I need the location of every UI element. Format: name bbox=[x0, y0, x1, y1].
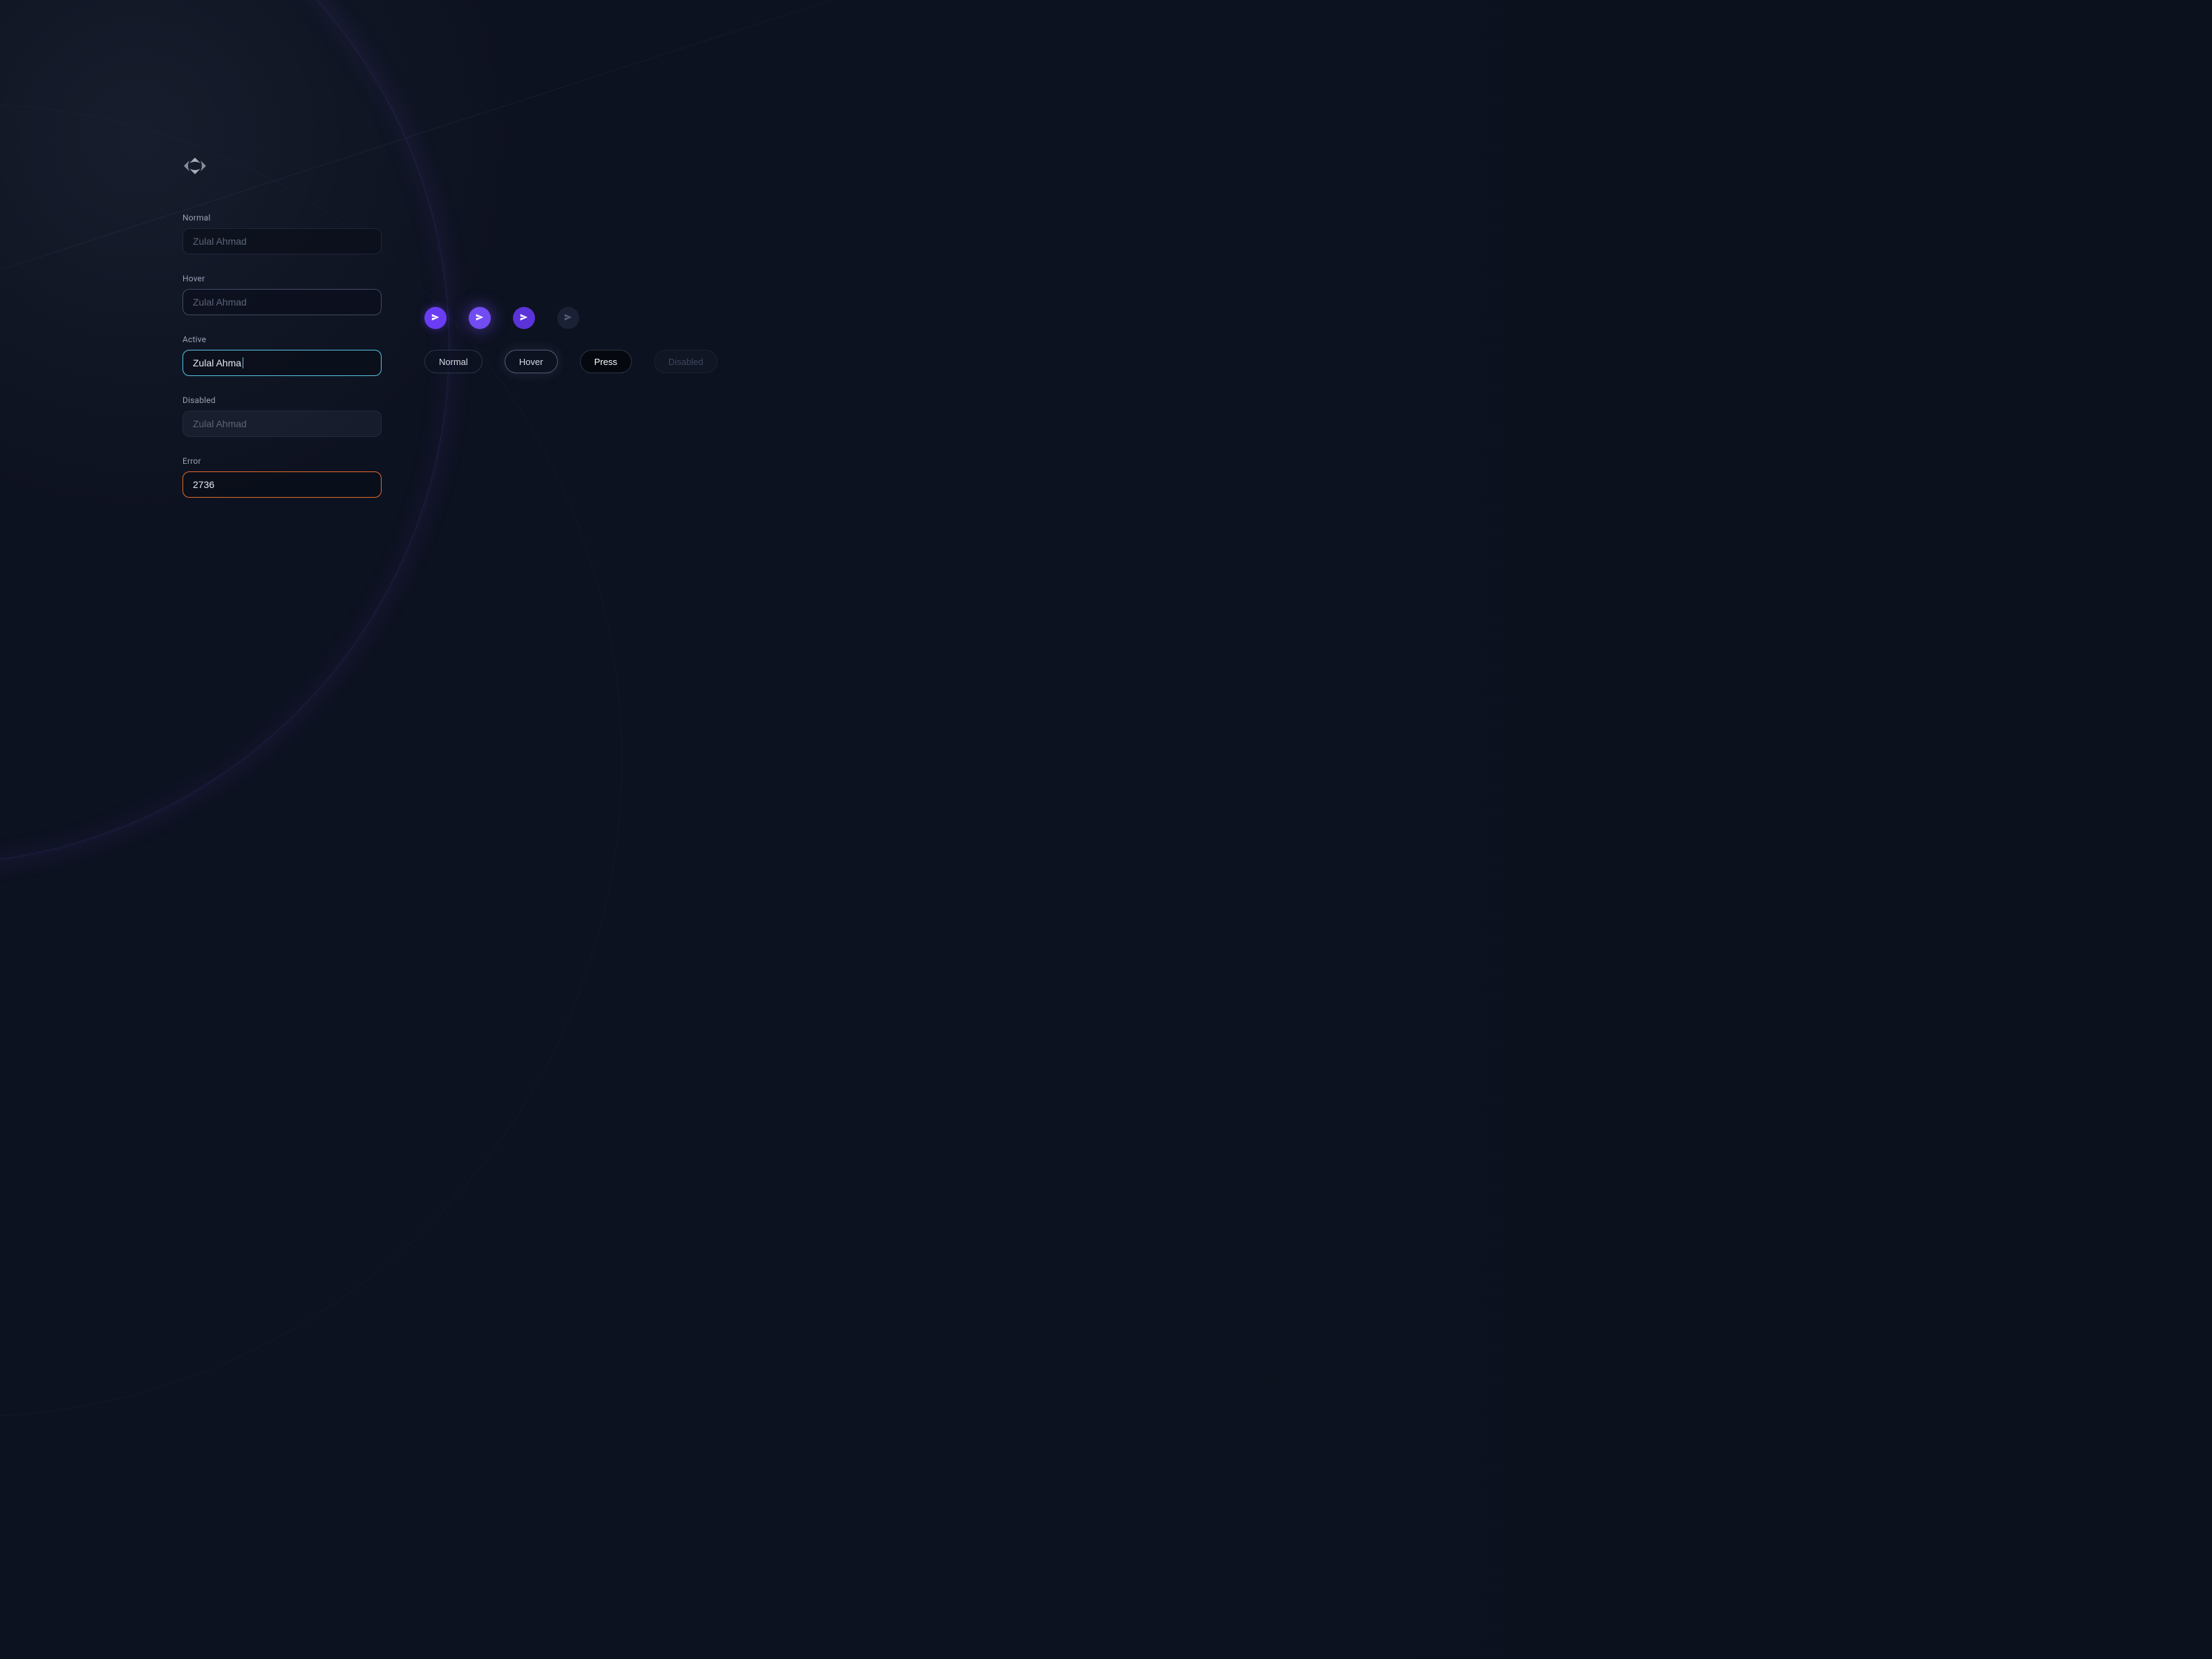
field-label-error: Error bbox=[182, 456, 382, 466]
bg-fade bbox=[995, 0, 2212, 1659]
pill-label: Disabled bbox=[668, 357, 704, 367]
field-label-hover: Hover bbox=[182, 274, 382, 283]
send-button-hover[interactable] bbox=[469, 307, 491, 329]
icon-button-row bbox=[424, 307, 579, 329]
send-button-press[interactable] bbox=[513, 307, 535, 329]
field-normal: Normal bbox=[182, 213, 382, 254]
send-button-normal[interactable] bbox=[424, 307, 447, 329]
pill-label: Normal bbox=[439, 357, 468, 367]
text-input-disabled bbox=[182, 411, 382, 437]
pill-label: Press bbox=[594, 357, 617, 367]
field-hover: Hover bbox=[182, 274, 382, 315]
text-input-active[interactable] bbox=[182, 350, 382, 376]
field-active: Active bbox=[182, 335, 382, 376]
send-button-disabled bbox=[557, 307, 579, 329]
input-states-column: Normal Hover Active Disabled Error bbox=[182, 213, 382, 498]
bg-diagonal-line bbox=[0, 0, 1038, 360]
field-label-normal: Normal bbox=[182, 213, 382, 223]
pill-button-hover[interactable]: Hover bbox=[505, 350, 558, 373]
field-error: Error bbox=[182, 456, 382, 498]
field-label-disabled: Disabled bbox=[182, 395, 382, 405]
send-icon bbox=[431, 312, 440, 324]
field-label-active: Active bbox=[182, 335, 382, 344]
text-input-error[interactable] bbox=[182, 471, 382, 498]
send-icon bbox=[519, 312, 529, 324]
send-icon bbox=[563, 312, 573, 324]
send-icon bbox=[475, 312, 485, 324]
pill-button-press[interactable]: Press bbox=[580, 350, 632, 373]
pill-button-row: Normal Hover Press Disabled bbox=[424, 350, 718, 373]
field-disabled: Disabled bbox=[182, 395, 382, 437]
text-input-hover[interactable] bbox=[182, 289, 382, 315]
pill-button-normal[interactable]: Normal bbox=[424, 350, 482, 373]
logo-icon bbox=[182, 156, 207, 176]
pill-button-disabled: Disabled bbox=[654, 350, 718, 373]
text-input-normal[interactable] bbox=[182, 228, 382, 254]
pill-label: Hover bbox=[519, 357, 543, 367]
